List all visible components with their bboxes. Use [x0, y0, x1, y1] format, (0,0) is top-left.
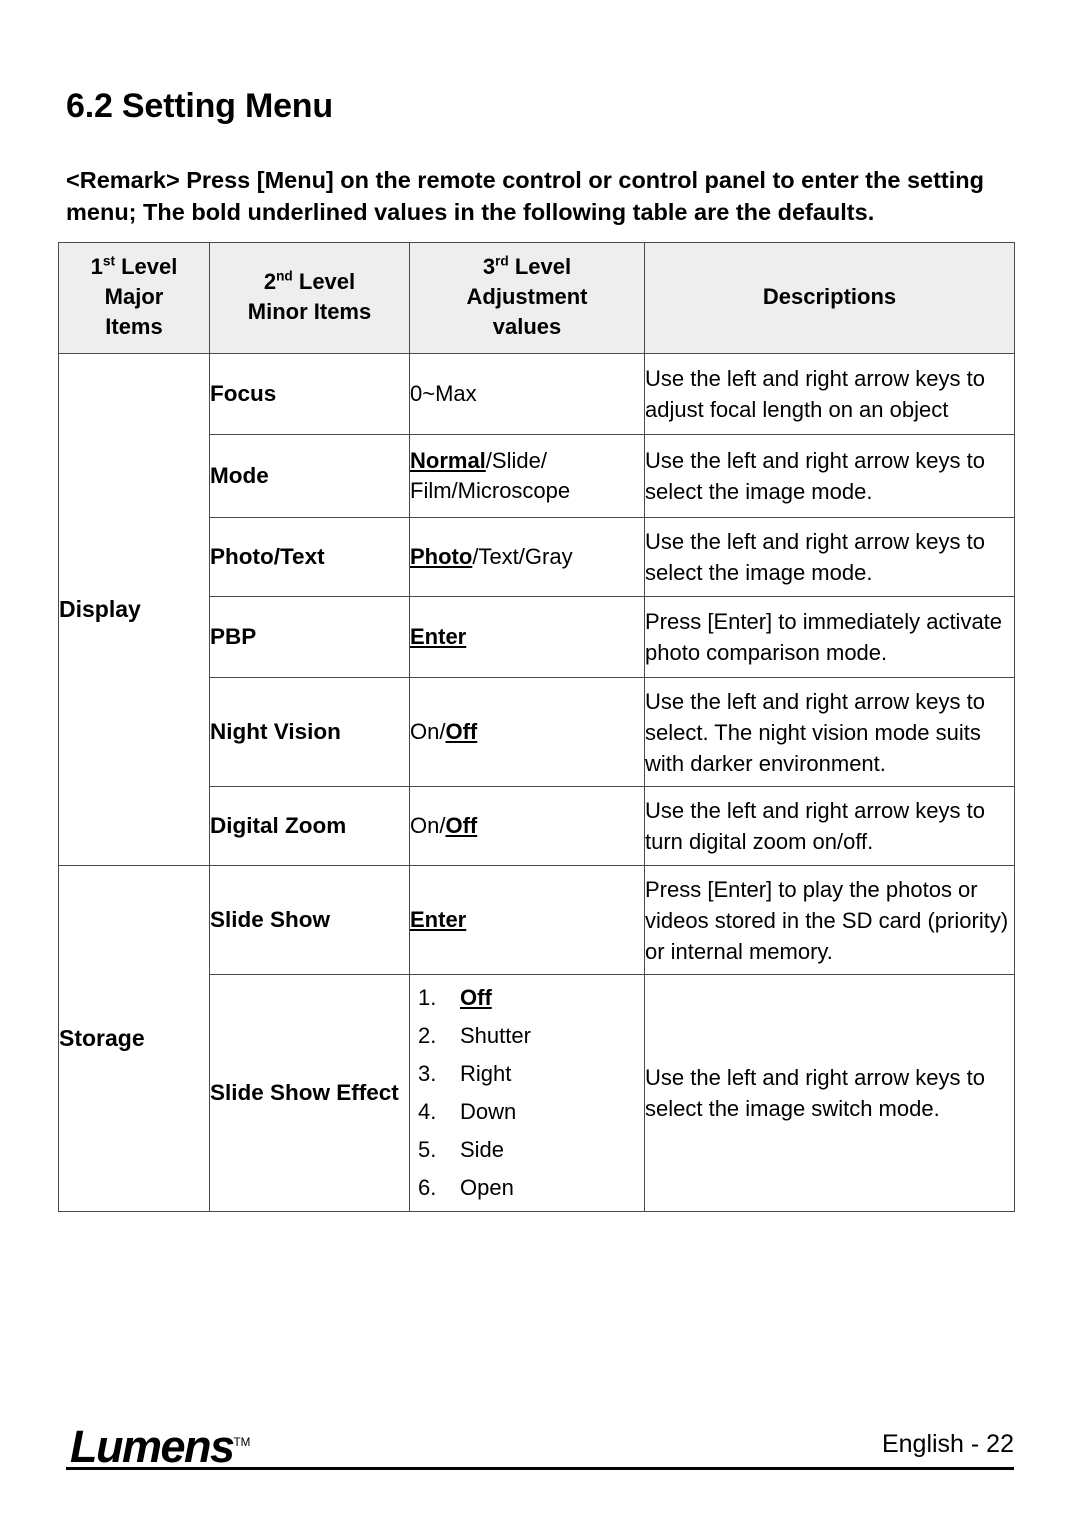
option-label: Side [460, 1137, 505, 1162]
page-footer: LumensTM English - 22 [0, 1412, 1080, 1502]
value-lead: On/ [410, 813, 446, 838]
values-photo-text: Photo/Text/Gray [409, 517, 645, 597]
table-row: Storage Slide Show Enter Press [Enter] t… [58, 865, 1015, 1212]
list-item: Open [418, 1169, 644, 1207]
description-focus: Use the left and right arrow keys to adj… [644, 353, 1015, 435]
header-descriptions: Descriptions [644, 242, 1015, 354]
values-mode: Normal/Slide/ Film/Microscope [409, 434, 645, 518]
minor-item-night-vision: Night Vision [209, 677, 410, 787]
trademark-icon: TM [233, 1436, 251, 1449]
header-level2-ordinal: 2 [263, 269, 277, 294]
description-pbp: Press [Enter] to immediately activate ph… [644, 596, 1015, 678]
list-item: Off [418, 979, 644, 1017]
option-label: Right [460, 1061, 512, 1086]
values-slide-show-effect: Off Shutter Right Down Side Open [409, 974, 645, 1212]
document-page: 6.2 Setting Menu <Remark> Press [Menu] o… [0, 0, 1080, 1532]
header-level2-line1: Level [292, 269, 356, 294]
page-title: 6.2 Setting Menu [66, 86, 333, 125]
value-lead: On/ [410, 719, 446, 744]
default-value: Normal [410, 448, 486, 473]
description-slide-show-effect: Use the left and right arrow keys to sel… [644, 974, 1015, 1212]
minor-item-digital-zoom: Digital Zoom [209, 786, 410, 866]
header-level1-suffix: st [102, 253, 115, 269]
slide-show-effect-option-list: Off Shutter Right Down Side Open [410, 979, 644, 1207]
page-number: English - 22 [881, 1430, 1014, 1458]
values-digital-zoom: On/Off [409, 786, 645, 866]
major-item-display: Display [58, 353, 210, 866]
table-body: Display Focus 0~Max Use the left and rig… [58, 353, 1015, 1212]
values-focus: 0~Max [409, 353, 645, 435]
header-level3-line1: Level [508, 254, 572, 279]
setting-menu-table: 1st Level Major Items 2nd Level Minor It… [58, 242, 1015, 1212]
lumens-logo: LumensTM [70, 1418, 250, 1472]
header-level2-line2: Minor Items [247, 299, 372, 324]
header-level3-suffix: rd [495, 253, 509, 269]
description-slide-show: Press [Enter] to play the photos or vide… [644, 865, 1015, 975]
header-level2: 2nd Level Minor Items [209, 242, 410, 354]
list-item: Right [418, 1055, 644, 1093]
remark-paragraph: <Remark> Press [Menu] on the remote cont… [66, 166, 984, 225]
default-value: Enter [410, 624, 467, 649]
list-item: Down [418, 1093, 644, 1131]
table-header-row: 1st Level Major Items 2nd Level Minor It… [58, 242, 1015, 354]
header-level1-ordinal: 1 [90, 254, 103, 279]
list-item: Side [418, 1131, 644, 1169]
minor-item-slide-show: Slide Show [209, 865, 410, 975]
description-photo-text: Use the left and right arrow keys to sel… [644, 517, 1015, 597]
values-slide-show: Enter [409, 865, 645, 975]
default-value: Off [445, 719, 478, 744]
list-item: Shutter [418, 1017, 644, 1055]
minor-item-mode: Mode [209, 434, 410, 518]
header-level3-line2: Adjustment [466, 284, 588, 309]
default-value: Photo [410, 544, 473, 569]
setting-menu-table-wrap: 1st Level Major Items 2nd Level Minor It… [58, 242, 1015, 1212]
header-level1-line1: Level [115, 254, 178, 279]
header-level3-ordinal: 3 [482, 254, 496, 279]
header-level2-suffix: nd [276, 268, 293, 284]
default-value: Enter [410, 907, 467, 932]
default-value: Off [445, 813, 478, 838]
option-label: Shutter [460, 1023, 531, 1048]
header-level3-line3: values [492, 314, 562, 339]
value-tail: /Text/Gray [472, 544, 573, 569]
header-level1-line3: Items [105, 314, 163, 339]
values-pbp: Enter [409, 596, 645, 678]
header-level3: 3rd Level Adjustment values [409, 242, 645, 354]
logo-wordmark: Lumens [70, 1421, 235, 1472]
values-night-vision: On/Off [409, 677, 645, 787]
minor-item-pbp: PBP [209, 596, 410, 678]
minor-item-photo-text: Photo/Text [209, 517, 410, 597]
table-row: Display Focus 0~Max Use the left and rig… [58, 353, 1015, 866]
minor-item-focus: Focus [209, 353, 410, 435]
header-level1-line2: Major [104, 284, 164, 309]
option-label: Off [460, 985, 492, 1010]
description-night-vision: Use the left and right arrow keys to sel… [644, 677, 1015, 787]
description-digital-zoom: Use the left and right arrow keys to tur… [644, 786, 1015, 866]
option-label: Open [460, 1175, 514, 1200]
option-label: Down [460, 1099, 517, 1124]
table-head: 1st Level Major Items 2nd Level Minor It… [58, 242, 1015, 354]
description-mode: Use the left and right arrow keys to sel… [644, 434, 1015, 518]
header-level1: 1st Level Major Items [58, 242, 210, 354]
major-item-storage: Storage [58, 865, 210, 1212]
minor-item-slide-show-effect: Slide Show Effect [209, 974, 410, 1212]
